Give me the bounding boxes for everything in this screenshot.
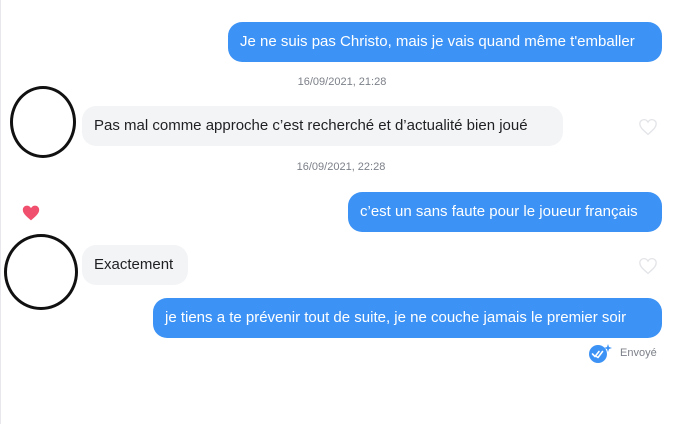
heart-outline-icon[interactable] xyxy=(638,118,658,136)
avatar[interactable] xyxy=(4,234,78,310)
delivery-status: Envoyé xyxy=(620,347,657,359)
message-timestamp: 16/09/2021, 22:28 xyxy=(296,161,386,173)
sent-message[interactable]: je tiens a te prévenir tout de suite, je… xyxy=(153,298,662,338)
avatar[interactable] xyxy=(10,86,76,158)
heart-filled-icon xyxy=(22,205,40,221)
received-message[interactable]: Pas mal comme approche c’est recherché e… xyxy=(82,106,563,146)
message-timestamp: 16/09/2021, 21:28 xyxy=(297,76,387,88)
panel-border xyxy=(0,0,1,424)
sent-message[interactable]: Je ne suis pas Christo, mais je vais qua… xyxy=(228,22,662,62)
received-message[interactable]: Exactement xyxy=(82,245,188,285)
heart-outline-icon[interactable] xyxy=(638,257,658,275)
sent-message[interactable]: c’est un sans faute pour le joueur franç… xyxy=(348,192,662,232)
double-check-sparkle-icon xyxy=(589,344,612,363)
